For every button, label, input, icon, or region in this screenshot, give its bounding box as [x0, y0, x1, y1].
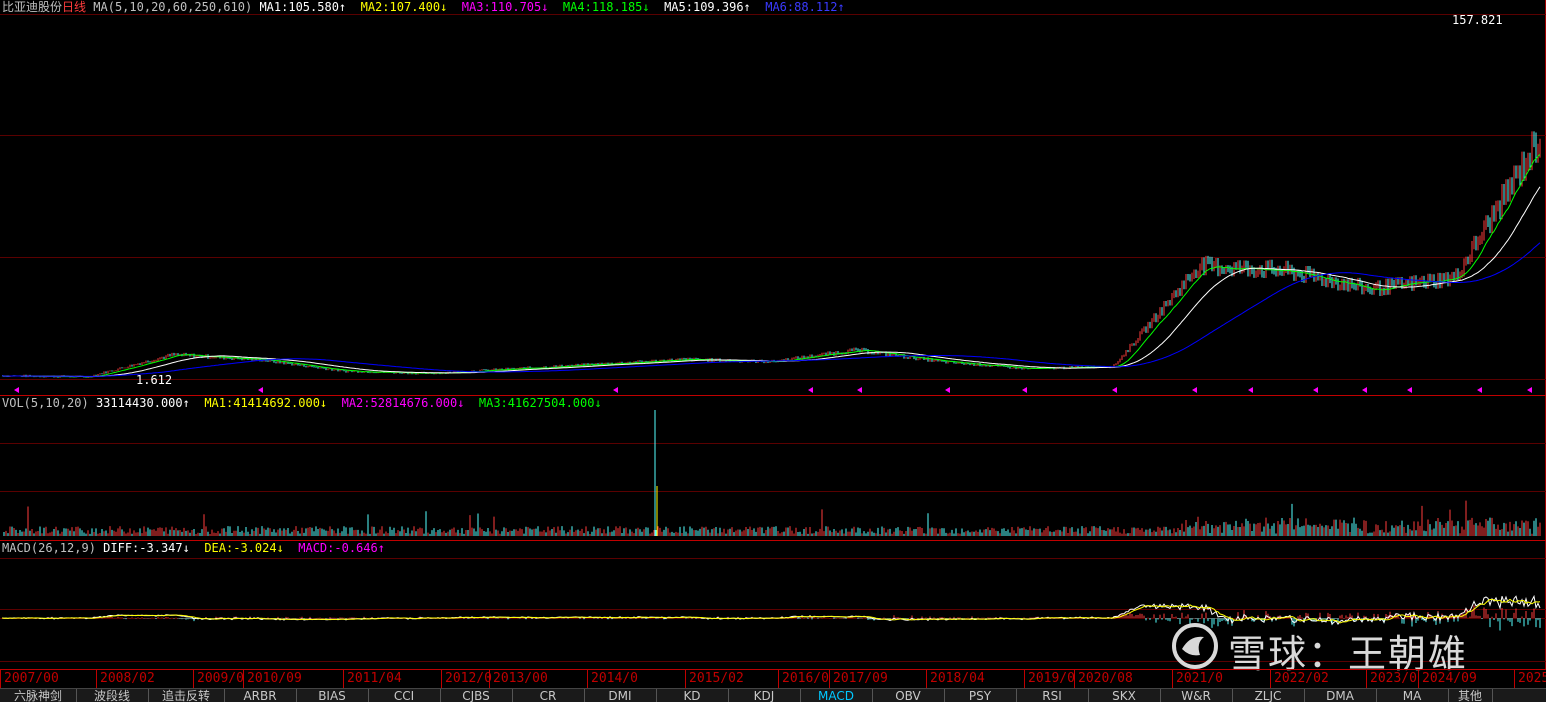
marker-arrow	[857, 387, 862, 393]
marker-arrow	[14, 387, 19, 393]
x-axis-label: 2016/0	[782, 671, 829, 686]
x-axis-tick	[587, 670, 588, 688]
tab-dma[interactable]: DMA	[1304, 689, 1377, 702]
x-axis-tick	[193, 670, 194, 688]
x-axis-tick	[243, 670, 244, 688]
x-axis-label: 2007/00	[4, 671, 59, 686]
tab-cci[interactable]: CCI	[368, 689, 441, 702]
x-axis-tick	[829, 670, 830, 688]
price-panel[interactable]: 比亚迪股份日线 MA(5,10,20,60,250,610) MA1:105.5…	[0, 0, 1546, 395]
x-axis-tick	[1074, 670, 1075, 688]
marker-arrow	[808, 387, 813, 393]
x-axis-label: 2023/0	[1370, 671, 1417, 686]
x-axis-label: 2013/00	[493, 671, 548, 686]
tab-skx[interactable]: SKX	[1088, 689, 1161, 702]
tab-zljc[interactable]: ZLJC	[1232, 689, 1305, 702]
x-axis-tick	[926, 670, 927, 688]
tab-ma[interactable]: MA	[1376, 689, 1449, 702]
tab-rsi[interactable]: RSI	[1016, 689, 1089, 702]
x-axis-label: 2024/09	[1422, 671, 1477, 686]
marker-arrow	[1407, 387, 1412, 393]
marker-arrow	[1112, 387, 1117, 393]
tab-cr[interactable]: CR	[512, 689, 585, 702]
volume-panel[interactable]: VOL(5,10,20) 33114430.000↑, MA1:41414692…	[0, 396, 1546, 540]
x-axis-tick	[1366, 670, 1367, 688]
x-axis-tick	[778, 670, 779, 688]
x-axis-tick	[1172, 670, 1173, 688]
snowball-logo-icon	[1172, 623, 1218, 669]
x-axis-label: 2009/0	[197, 671, 244, 686]
x-axis-label: 2020/08	[1078, 671, 1133, 686]
tab-psy[interactable]: PSY	[944, 689, 1017, 702]
x-axis-label: 2021/0	[1176, 671, 1223, 686]
x-axis-tick	[0, 670, 1, 688]
tab-cjbs[interactable]: CJBS	[440, 689, 513, 702]
tab-kdj[interactable]: KDJ	[728, 689, 801, 702]
tab-macd[interactable]: MACD	[800, 689, 873, 702]
marker-arrow	[945, 387, 950, 393]
x-axis-tick	[1270, 670, 1271, 688]
tab-追击反转[interactable]: 追击反转	[148, 689, 225, 702]
watermark: 雪球：王朝雄	[1170, 617, 1510, 677]
x-axis-label: 2017/09	[833, 671, 888, 686]
ma5-line	[1, 186, 1541, 378]
x-axis-label: 2010/09	[247, 671, 302, 686]
x-axis-label: 2015/02	[689, 671, 744, 686]
x-axis-label: 2025	[1518, 671, 1546, 686]
tab-kd[interactable]: KD	[656, 689, 729, 702]
volume-chart	[3, 410, 1541, 536]
min-price-label: 1.612	[136, 373, 173, 387]
x-axis-label: 2008/02	[100, 671, 155, 686]
x-axis-tick	[1418, 670, 1419, 688]
marker-arrow	[1022, 387, 1027, 393]
x-axis-label: 2022/02	[1274, 671, 1329, 686]
marker-arrow	[613, 387, 618, 393]
marker-arrow	[258, 387, 263, 393]
x-axis-tick	[96, 670, 97, 688]
ma4-line	[1, 153, 1541, 378]
marker-arrow	[1248, 387, 1253, 393]
tab-w&r[interactable]: W&R	[1160, 689, 1233, 702]
tab-波段线[interactable]: 波段线	[76, 689, 149, 702]
x-axis-tick	[489, 670, 490, 688]
x-axis: 2007/00 2008/02 2009/0 2010/09 2011/04 2012/0…	[0, 669, 1546, 688]
tab-bias[interactable]: BIAS	[296, 689, 369, 702]
x-axis-label: 2011/04	[347, 671, 402, 686]
marker-arrow	[1362, 387, 1367, 393]
x-axis-tick	[685, 670, 686, 688]
tab-arbr[interactable]: ARBR	[224, 689, 297, 702]
x-axis-label: 2014/0	[591, 671, 638, 686]
x-axis-tick	[1514, 670, 1515, 688]
tab-dmi[interactable]: DMI	[584, 689, 657, 702]
max-price-label: 157.821	[1452, 13, 1503, 27]
x-axis-label: 2019/0	[1028, 671, 1075, 686]
x-axis-tick	[1024, 670, 1025, 688]
marker-arrow	[1192, 387, 1197, 393]
x-axis-label: 2012/0	[445, 671, 492, 686]
x-axis-tick	[441, 670, 442, 688]
tab-其他[interactable]: 其他	[1448, 689, 1493, 702]
marker-arrow	[1313, 387, 1318, 393]
marker-arrow	[1477, 387, 1482, 393]
x-axis-label: 2018/04	[930, 671, 985, 686]
marker-arrow	[1527, 387, 1532, 393]
price-chart	[1, 131, 1541, 393]
indicator-tab-bar: 六脉神剑 波段线 追击反转 ARBR BIAS CCI CJBS CR DMI KD KDJ MACD…	[0, 688, 1546, 702]
x-axis-tick	[343, 670, 344, 688]
tab-obv[interactable]: OBV	[872, 689, 945, 702]
tab-六脉神剑[interactable]: 六脉神剑	[0, 689, 77, 702]
